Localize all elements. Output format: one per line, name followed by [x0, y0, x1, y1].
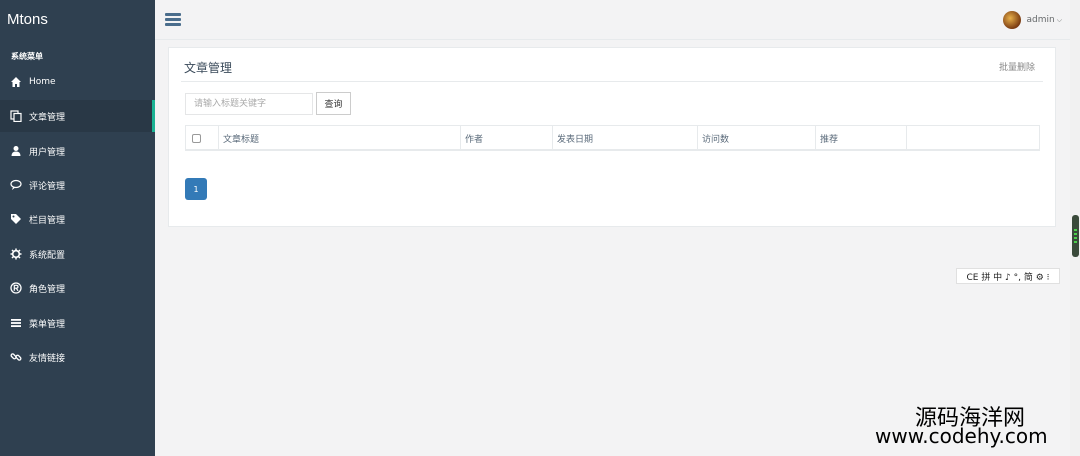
- sidebar-item-comments[interactable]: 评论管理: [0, 169, 155, 201]
- sidebar-item-menus[interactable]: 菜单管理: [0, 307, 155, 339]
- gear-icon: [9, 247, 23, 261]
- batch-delete-link[interactable]: 批量删除: [999, 60, 1035, 73]
- menu-section-title: 系统菜单: [11, 52, 43, 61]
- home-icon: [9, 75, 23, 89]
- table-header-author: 作者: [461, 126, 553, 150]
- link-icon: [9, 350, 23, 364]
- sidebar-item-roles[interactable]: 角色管理: [0, 272, 155, 304]
- sidebar-item-label: 栏目管理: [29, 215, 66, 226]
- avatar: [1003, 11, 1022, 29]
- table-header-views: 访问数: [698, 126, 816, 150]
- watermark-url: www.codehy.com: [875, 424, 1048, 448]
- table-header-featured: 推荐: [816, 126, 907, 150]
- search-input[interactable]: [185, 93, 313, 115]
- divider: [181, 81, 1043, 82]
- table-header-title: 文章标题: [219, 126, 461, 150]
- scrollbar-thumb[interactable]: [1072, 215, 1079, 257]
- sidebar-item-users[interactable]: 用户管理: [0, 135, 155, 167]
- sidebar-item-home[interactable]: Home: [0, 66, 155, 98]
- article-panel: 文章管理 批量删除 查询 文章标题 作者 发表日期 访问数 推荐 1: [168, 47, 1056, 227]
- sidebar-item-articles[interactable]: 文章管理: [0, 100, 155, 132]
- copy-icon: [9, 109, 23, 123]
- sidebar-item-settings[interactable]: 系统配置: [0, 238, 155, 270]
- ime-toolbar[interactable]: CE 拼 中 ♪ °, 简 ⚙ ⁝: [956, 268, 1060, 284]
- sidebar-item-links[interactable]: 友情链接: [0, 341, 155, 373]
- menu-toggle-icon[interactable]: [165, 13, 181, 27]
- pagination-page-button[interactable]: 1: [185, 178, 207, 200]
- sidebar-item-label: 文章管理: [29, 112, 66, 123]
- scrollbar[interactable]: [1070, 0, 1080, 456]
- user-icon: [9, 144, 23, 158]
- table-header-date: 发表日期: [553, 126, 698, 150]
- sidebar-item-label: 评论管理: [29, 181, 66, 192]
- sidebar-item-label: 用户管理: [29, 147, 66, 158]
- search-button[interactable]: 查询: [316, 92, 351, 115]
- sidebar-item-label: 系统配置: [29, 250, 66, 261]
- sidebar-item-label: Home: [29, 77, 56, 87]
- list-icon: [9, 316, 23, 330]
- chevron-down-icon: ⌵: [1056, 15, 1062, 24]
- table-header-select: [186, 126, 219, 150]
- top-navbar: admin ⌵: [155, 0, 1080, 40]
- select-all-checkbox[interactable]: [192, 133, 201, 143]
- tags-icon: [9, 212, 23, 226]
- brand-logo: Mtons: [7, 11, 48, 28]
- registered-icon: [9, 281, 23, 295]
- sidebar-item-categories[interactable]: 栏目管理: [0, 203, 155, 235]
- sidebar: Mtons 系统菜单 Home 文章管理 用户管理 评论管理 栏目管理 系统配置…: [0, 0, 155, 456]
- sidebar-item-label: 友情链接: [29, 353, 66, 364]
- table-header-actions: [907, 126, 1039, 150]
- username: admin: [1026, 15, 1055, 25]
- sidebar-item-label: 菜单管理: [29, 319, 66, 330]
- comment-icon: [9, 178, 23, 192]
- article-table: 文章标题 作者 发表日期 访问数 推荐: [185, 125, 1040, 151]
- sidebar-item-label: 角色管理: [29, 284, 66, 295]
- user-dropdown[interactable]: admin ⌵: [1003, 11, 1062, 29]
- page-title: 文章管理: [184, 61, 233, 75]
